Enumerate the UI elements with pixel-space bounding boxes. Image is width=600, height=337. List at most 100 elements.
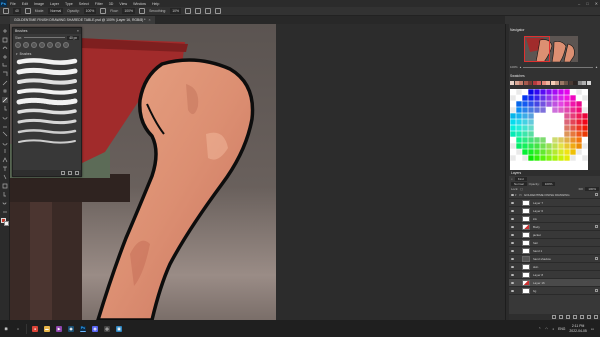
- mode-select[interactable]: Normal: [48, 8, 64, 14]
- symmetry-icon[interactable]: [215, 8, 222, 14]
- recent-brush-preset[interactable]: [55, 42, 61, 48]
- angle-icon[interactable]: [195, 8, 202, 14]
- opacity-field[interactable]: 100%: [83, 8, 97, 14]
- taskbar-obs-icon[interactable]: ◎: [104, 325, 110, 332]
- menu-item-window[interactable]: Window: [130, 2, 149, 6]
- size-slider[interactable]: [24, 37, 66, 38]
- zoom-in-icon[interactable]: ▲: [595, 65, 598, 69]
- menu-item-image[interactable]: Image: [31, 2, 47, 6]
- taskbar-start-icon[interactable]: ⊞: [3, 325, 9, 332]
- color-swatch[interactable]: [582, 81, 586, 85]
- adjustment-layer-icon[interactable]: [573, 315, 577, 319]
- visibility-eye-icon[interactable]: [509, 199, 515, 207]
- airbrush-icon[interactable]: [139, 8, 146, 14]
- healing-tool-icon[interactable]: [2, 88, 8, 94]
- move-tool-icon[interactable]: [2, 28, 8, 34]
- navigator-tab[interactable]: Navigator: [510, 27, 525, 33]
- recent-brush-preset[interactable]: [39, 42, 45, 48]
- menu-item-view[interactable]: View: [116, 2, 130, 6]
- link-layers-icon[interactable]: [552, 315, 556, 319]
- history-brush-tool-icon[interactable]: [2, 114, 8, 120]
- color-swatch[interactable]: [532, 81, 537, 85]
- brush-preset[interactable]: [16, 87, 78, 96]
- close-tab-icon[interactable]: ×: [149, 18, 151, 22]
- brush-preset[interactable]: [16, 97, 78, 106]
- color-swatch[interactable]: [546, 81, 550, 85]
- pressure-opacity-icon[interactable]: [100, 8, 107, 14]
- layer-style-icon[interactable]: [559, 315, 563, 319]
- recent-brush-preset[interactable]: [23, 42, 29, 48]
- zoom-slider[interactable]: [523, 66, 594, 68]
- layers-panel-title[interactable]: Layers: [511, 171, 521, 175]
- layer-row[interactable]: hand shadow: [509, 255, 600, 263]
- visibility-eye-icon[interactable]: [509, 279, 515, 287]
- lasso-tool-icon[interactable]: [2, 45, 8, 51]
- layer-row[interactable]: skin: [509, 263, 600, 271]
- color-swatch[interactable]: [523, 81, 528, 85]
- new-brush-icon[interactable]: [68, 171, 72, 175]
- taskbar-photoshop-icon[interactable]: Ps: [80, 325, 86, 332]
- zoom-out-icon[interactable]: ▴: [520, 65, 522, 69]
- color-swatch[interactable]: [586, 81, 591, 85]
- visibility-eye-icon[interactable]: [509, 263, 515, 271]
- visibility-eye-icon[interactable]: [509, 239, 515, 247]
- brush-preset[interactable]: [16, 107, 78, 116]
- brush-preset[interactable]: [16, 127, 78, 136]
- pressure-size-icon[interactable]: [205, 8, 212, 14]
- dodge-tool-icon[interactable]: [2, 148, 8, 154]
- layer-row[interactable]: Layer 16: [509, 279, 600, 287]
- visibility-eye-icon[interactable]: [509, 231, 515, 239]
- recent-brush-preset[interactable]: [15, 42, 21, 48]
- layer-row[interactable]: ink: [509, 215, 600, 223]
- menu-item-file[interactable]: File: [7, 2, 19, 6]
- visibility-eye-icon[interactable]: [509, 215, 515, 223]
- size-value-field[interactable]: 40 px: [67, 35, 79, 40]
- document-tab[interactable]: GOLDENTIME FINISH DRAWING SHAREDE TABLE.…: [10, 16, 155, 24]
- color-swatch[interactable]: [577, 81, 582, 85]
- taskbar-files-icon[interactable]: ▬: [44, 325, 50, 332]
- layer-group-row[interactable]: ▾ ▭ GOLDENTIME FINISH DRAWING: [509, 191, 600, 199]
- menu-item-help[interactable]: Help: [149, 2, 162, 6]
- delete-layer-icon[interactable]: [594, 315, 598, 319]
- taskbar-discord-icon[interactable]: ◍: [92, 325, 98, 332]
- clock[interactable]: 2:11 PM 2022-04-05: [569, 324, 586, 332]
- layer-kind-filter[interactable]: Kind: [514, 176, 527, 181]
- maximize-button[interactable]: □: [586, 1, 588, 6]
- tray-chevron-icon[interactable]: ⌃: [538, 327, 541, 331]
- visibility-eye-icon[interactable]: [509, 287, 515, 295]
- color-swatch[interactable]: [568, 81, 573, 85]
- brush-preset[interactable]: [16, 137, 78, 146]
- color-swatch[interactable]: [555, 81, 559, 85]
- brush-preset[interactable]: [16, 57, 78, 66]
- color-swatch[interactable]: [550, 81, 555, 85]
- visibility-eye-icon[interactable]: [509, 271, 515, 279]
- taskbar-media-icon[interactable]: ▶: [56, 325, 62, 332]
- color-swatch[interactable]: [541, 81, 546, 85]
- new-group-icon[interactable]: [580, 315, 584, 319]
- smoothing-field[interactable]: 10%: [170, 8, 182, 14]
- smoothing-settings-icon[interactable]: [185, 8, 192, 14]
- taskbar-app-9-icon[interactable]: ▣: [116, 325, 122, 332]
- blend-mode-select[interactable]: Normal: [511, 181, 527, 186]
- color-swatch[interactable]: [559, 81, 564, 85]
- blur-tool-icon[interactable]: [2, 140, 8, 146]
- quick-select-tool-icon[interactable]: [2, 54, 8, 60]
- brush-size-field[interactable]: 40: [13, 8, 21, 14]
- layer-opacity-field[interactable]: 100%: [541, 181, 556, 186]
- layer-row[interactable]: Layer 7: [509, 199, 600, 207]
- brush-tool-icon[interactable]: [2, 96, 8, 103]
- zoom-tool-icon[interactable]: [2, 200, 8, 206]
- network-icon[interactable]: ◠: [545, 327, 548, 331]
- navigator-zoom-value[interactable]: 100%: [510, 65, 518, 69]
- brush-preset[interactable]: [16, 67, 78, 76]
- gradient-tool-icon[interactable]: [2, 131, 8, 137]
- delete-brush-icon[interactable]: [75, 171, 79, 175]
- visibility-eye-icon[interactable]: [509, 207, 515, 215]
- visibility-eye-icon[interactable]: [509, 223, 515, 231]
- color-swatch[interactable]: [519, 81, 523, 85]
- eyedropper-tool-icon[interactable]: [2, 80, 8, 86]
- brush-tool-icon[interactable]: [3, 8, 9, 14]
- lock-icon[interactable]: ▢: [520, 187, 523, 191]
- brush-preset[interactable]: [16, 77, 78, 86]
- add-mask-icon[interactable]: [566, 315, 570, 319]
